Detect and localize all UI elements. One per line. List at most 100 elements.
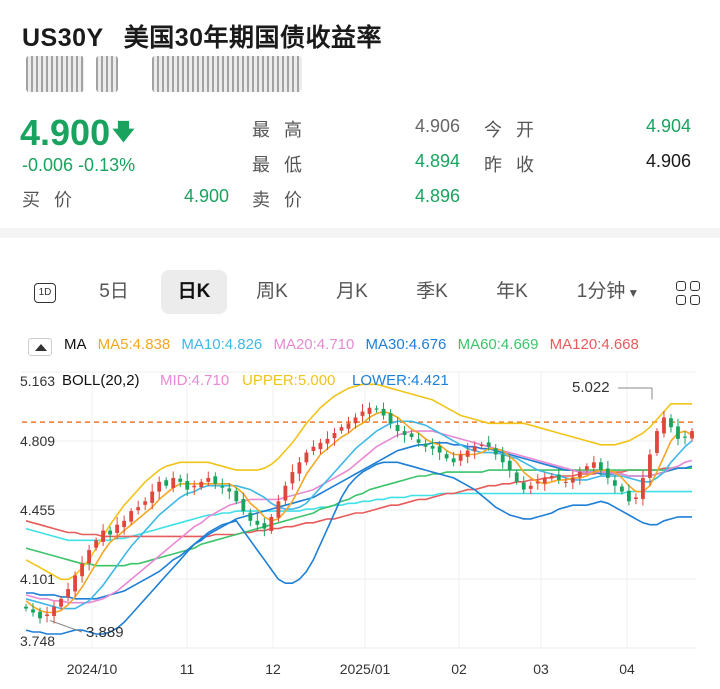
boll-upper-line [25, 383, 692, 581]
candle-body [507, 460, 512, 471]
candle-body [94, 540, 99, 548]
candle-body [514, 472, 519, 482]
candle-body [416, 439, 421, 443]
tab-5d[interactable]: 5日 [86, 270, 142, 314]
blurred-subtitle [22, 56, 302, 94]
y-tick-label: 5.163 [20, 373, 55, 389]
candle-body [521, 482, 526, 490]
tab-daily-k[interactable]: 日K [161, 270, 227, 314]
candle-body [690, 431, 694, 439]
candle-body [367, 407, 372, 414]
ma-legend: MA MA5:4.838 MA10:4.826 MA20:4.710 MA30:… [64, 336, 646, 353]
kline-svg[interactable]: 5.1634.8094.4554.1013.7482024/10 11 12 2025… [0, 360, 720, 684]
boll-upper-value: UPPER:5.000 [242, 372, 335, 389]
candle-body [591, 462, 596, 468]
candle-body [192, 485, 197, 488]
boll-lower-line [25, 461, 692, 635]
candle-body [164, 480, 169, 486]
bid-value: 4.900 [184, 186, 230, 206]
boll-lower-value: LOWER:4.421 [352, 372, 449, 389]
high-label: 最高 [252, 120, 316, 140]
candle-body [479, 444, 484, 446]
candle-body [500, 454, 505, 463]
candle-body [38, 611, 42, 619]
candle-body [171, 477, 176, 489]
candle-body [641, 477, 645, 499]
high-value: 4.906 [415, 116, 461, 136]
candle-body [24, 606, 28, 609]
last-price: 4.900🡇 [20, 112, 135, 153]
candle-body [101, 530, 106, 542]
candle-body [346, 423, 351, 429]
tab-weekly-k[interactable]: 周K [242, 270, 302, 314]
x-tick-label: 11 [180, 661, 195, 677]
candle-body [304, 452, 309, 463]
tab-monthly-k[interactable]: 月K [322, 270, 382, 314]
min-annotation-label: 3.889 [86, 624, 124, 641]
candle-body [73, 575, 77, 592]
candle-body [458, 454, 463, 461]
candle-body [662, 417, 666, 434]
open-value: 4.904 [646, 116, 692, 136]
candle-body [472, 446, 477, 452]
candle-body [626, 490, 631, 502]
candle-body [276, 501, 281, 518]
candle-body [220, 486, 225, 488]
candle-body [563, 481, 568, 484]
instrument-name: 美国30年期国债收益率 [123, 24, 383, 52]
kline-chart[interactable]: 5.163 4.809 4.455 4.101 3.748 2024/10 11 12 2025… [0, 360, 720, 684]
candle-body [80, 563, 84, 577]
max-annotation-label: 5.022 [572, 379, 610, 396]
candle-body [31, 609, 35, 613]
down-arrow-icon: 🡇 [112, 119, 135, 144]
ma20-value: MA20:4.710 [273, 336, 355, 353]
candle-body [45, 614, 49, 617]
tab-yearly-k[interactable]: 年K [482, 270, 542, 314]
candle-body [290, 472, 295, 484]
candle-body [269, 516, 274, 531]
candle-body [241, 498, 246, 512]
candle-body [318, 442, 323, 450]
min-annotation-line [49, 620, 83, 633]
candle-body [605, 468, 610, 478]
bid-label: 买价 [22, 190, 86, 210]
candle-body [676, 426, 680, 439]
caret-down-icon: ▼ [627, 286, 640, 300]
candle-body [409, 433, 414, 437]
grid-menu-icon[interactable] [676, 281, 702, 307]
candle-body [542, 477, 547, 484]
candle-body [598, 462, 603, 471]
candle-body [648, 454, 652, 478]
candle-body [430, 445, 435, 449]
candle-body [423, 443, 428, 447]
candle-body [339, 427, 344, 431]
low-label: 最低 [252, 155, 316, 175]
candle-body [143, 501, 148, 505]
ma10-line [25, 420, 693, 610]
candle-body [437, 446, 442, 453]
ma10-value: MA10:4.826 [181, 336, 263, 353]
x-tick-label: 03 [533, 661, 549, 677]
candle-body [577, 472, 582, 478]
period-tabs: 5日 日K 周K 月K 季K 年K 1分钟 ▼ [0, 270, 720, 316]
candle-body [185, 481, 190, 490]
candle-body [612, 480, 617, 486]
candle-body [381, 408, 386, 416]
prev-close-label: 昨收 [484, 155, 548, 175]
candle-body [634, 497, 638, 499]
tab-quarterly-k[interactable]: 季K [402, 270, 462, 314]
long-ma-line [25, 490, 692, 542]
collapse-indicators-icon[interactable] [28, 338, 52, 356]
candle-body [655, 431, 659, 453]
candle-body [444, 454, 449, 459]
open-label: 今开 [484, 120, 548, 140]
boll-mid-value: MID:4.710 [160, 372, 229, 389]
candle-body [360, 411, 365, 416]
y-tick-label: 4.809 [20, 433, 55, 449]
candle-body [59, 598, 63, 607]
candle-body [206, 477, 211, 482]
tab-1min[interactable]: 1分钟 ▼ [568, 270, 648, 314]
y-tick-label: 3.748 [20, 633, 55, 649]
candle-body [311, 446, 316, 451]
candle-body [570, 477, 575, 483]
